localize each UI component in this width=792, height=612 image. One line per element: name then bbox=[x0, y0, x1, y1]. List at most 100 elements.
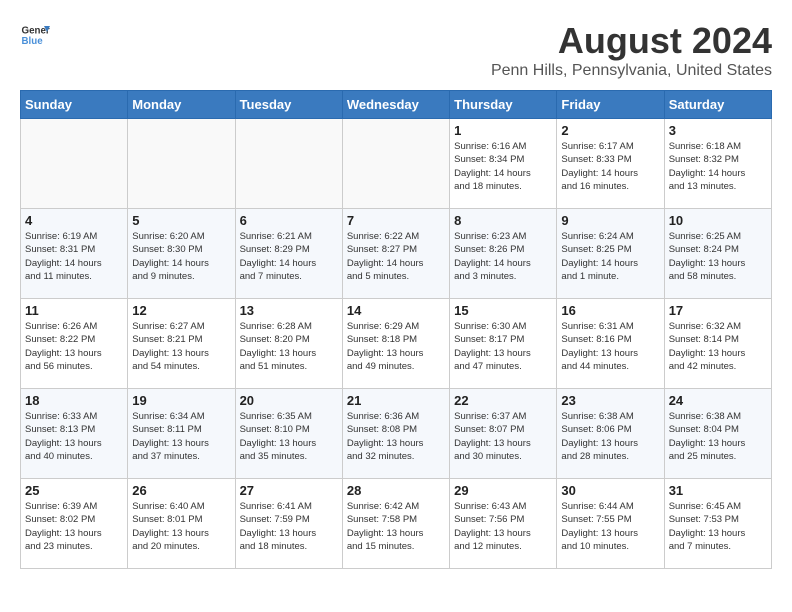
calendar-day-cell: 18 Sunrise: 6:33 AM Sunset: 8:13 PM Dayli… bbox=[21, 389, 128, 479]
day-number: 30 bbox=[561, 483, 659, 498]
day-info: Sunrise: 6:17 AM Sunset: 8:33 PM Dayligh… bbox=[561, 140, 659, 193]
weekday-header: Wednesday bbox=[342, 91, 449, 119]
day-info: Sunrise: 6:42 AM Sunset: 7:58 PM Dayligh… bbox=[347, 500, 445, 553]
day-info: Sunrise: 6:30 AM Sunset: 8:17 PM Dayligh… bbox=[454, 320, 552, 373]
calendar-week-row: 1 Sunrise: 6:16 AM Sunset: 8:34 PM Daylig… bbox=[21, 119, 772, 209]
day-number: 27 bbox=[240, 483, 338, 498]
calendar-table: SundayMondayTuesdayWednesdayThursdayFrid… bbox=[20, 90, 772, 569]
calendar-week-row: 11 Sunrise: 6:26 AM Sunset: 8:22 PM Dayli… bbox=[21, 299, 772, 389]
weekday-header: Sunday bbox=[21, 91, 128, 119]
calendar-day-cell: 10Sunrise: 6:25 AM Sunset: 8:24 PM Dayli… bbox=[664, 209, 771, 299]
calendar-day-cell: 17 Sunrise: 6:32 AM Sunset: 8:14 PM Dayli… bbox=[664, 299, 771, 389]
day-number: 29 bbox=[454, 483, 552, 498]
day-number: 17 bbox=[669, 303, 767, 318]
day-number: 25 bbox=[25, 483, 123, 498]
calendar-day-cell: 2Sunrise: 6:17 AM Sunset: 8:33 PM Daylig… bbox=[557, 119, 664, 209]
day-info: Sunrise: 6:45 AM Sunset: 7:53 PM Dayligh… bbox=[669, 500, 767, 553]
calendar-day-cell: 24 Sunrise: 6:38 AM Sunset: 8:04 PM Dayli… bbox=[664, 389, 771, 479]
calendar-day-cell: 16 Sunrise: 6:31 AM Sunset: 8:16 PM Dayli… bbox=[557, 299, 664, 389]
day-number: 11 bbox=[25, 303, 123, 318]
logo: General Blue bbox=[20, 20, 50, 50]
day-number: 28 bbox=[347, 483, 445, 498]
calendar-day-cell: 27 Sunrise: 6:41 AM Sunset: 7:59 PM Dayli… bbox=[235, 479, 342, 569]
calendar-day-cell: 29Sunrise: 6:43 AM Sunset: 7:56 PM Dayli… bbox=[450, 479, 557, 569]
day-info: Sunrise: 6:38 AM Sunset: 8:04 PM Dayligh… bbox=[669, 410, 767, 463]
day-number: 24 bbox=[669, 393, 767, 408]
day-info: Sunrise: 6:23 AM Sunset: 8:26 PM Dayligh… bbox=[454, 230, 552, 283]
day-info: Sunrise: 6:32 AM Sunset: 8:14 PM Dayligh… bbox=[669, 320, 767, 373]
day-number: 3 bbox=[669, 123, 767, 138]
day-info: Sunrise: 6:37 AM Sunset: 8:07 PM Dayligh… bbox=[454, 410, 552, 463]
day-number: 5 bbox=[132, 213, 230, 228]
calendar-day-cell: 28 Sunrise: 6:42 AM Sunset: 7:58 PM Dayli… bbox=[342, 479, 449, 569]
day-number: 16 bbox=[561, 303, 659, 318]
day-number: 12 bbox=[132, 303, 230, 318]
day-number: 9 bbox=[561, 213, 659, 228]
calendar-day-cell: 5 Sunrise: 6:20 AM Sunset: 8:30 PM Daylig… bbox=[128, 209, 235, 299]
calendar-day-cell: 25 Sunrise: 6:39 AM Sunset: 8:02 PM Dayli… bbox=[21, 479, 128, 569]
logo-icon: General Blue bbox=[20, 20, 50, 50]
calendar-day-cell: 19Sunrise: 6:34 AM Sunset: 8:11 PM Dayli… bbox=[128, 389, 235, 479]
day-number: 6 bbox=[240, 213, 338, 228]
title-section: August 2024 Penn Hills, Pennsylvania, Un… bbox=[491, 20, 772, 80]
svg-text:Blue: Blue bbox=[22, 36, 44, 47]
calendar-day-cell: 23Sunrise: 6:38 AM Sunset: 8:06 PM Dayli… bbox=[557, 389, 664, 479]
day-info: Sunrise: 6:27 AM Sunset: 8:21 PM Dayligh… bbox=[132, 320, 230, 373]
calendar-day-cell bbox=[128, 119, 235, 209]
day-info: Sunrise: 6:31 AM Sunset: 8:16 PM Dayligh… bbox=[561, 320, 659, 373]
calendar-day-cell: 13 Sunrise: 6:28 AM Sunset: 8:20 PM Dayli… bbox=[235, 299, 342, 389]
day-number: 1 bbox=[454, 123, 552, 138]
calendar-day-cell: 1 Sunrise: 6:16 AM Sunset: 8:34 PM Daylig… bbox=[450, 119, 557, 209]
calendar-day-cell: 30 Sunrise: 6:44 AM Sunset: 7:55 PM Dayli… bbox=[557, 479, 664, 569]
calendar-week-row: 25 Sunrise: 6:39 AM Sunset: 8:02 PM Dayli… bbox=[21, 479, 772, 569]
calendar-week-row: 4 Sunrise: 6:19 AM Sunset: 8:31 PM Daylig… bbox=[21, 209, 772, 299]
calendar-title: August 2024 bbox=[491, 20, 772, 62]
day-info: Sunrise: 6:25 AM Sunset: 8:24 PM Dayligh… bbox=[669, 230, 767, 283]
day-number: 20 bbox=[240, 393, 338, 408]
weekday-header: Tuesday bbox=[235, 91, 342, 119]
day-info: Sunrise: 6:41 AM Sunset: 7:59 PM Dayligh… bbox=[240, 500, 338, 553]
day-number: 14 bbox=[347, 303, 445, 318]
calendar-day-cell: 22 Sunrise: 6:37 AM Sunset: 8:07 PM Dayli… bbox=[450, 389, 557, 479]
day-info: Sunrise: 6:18 AM Sunset: 8:32 PM Dayligh… bbox=[669, 140, 767, 193]
day-info: Sunrise: 6:29 AM Sunset: 8:18 PM Dayligh… bbox=[347, 320, 445, 373]
weekday-header: Thursday bbox=[450, 91, 557, 119]
calendar-day-cell: 8 Sunrise: 6:23 AM Sunset: 8:26 PM Daylig… bbox=[450, 209, 557, 299]
calendar-day-cell bbox=[21, 119, 128, 209]
calendar-day-cell: 31 Sunrise: 6:45 AM Sunset: 7:53 PM Dayli… bbox=[664, 479, 771, 569]
calendar-day-cell: 4 Sunrise: 6:19 AM Sunset: 8:31 PM Daylig… bbox=[21, 209, 128, 299]
day-number: 31 bbox=[669, 483, 767, 498]
day-info: Sunrise: 6:33 AM Sunset: 8:13 PM Dayligh… bbox=[25, 410, 123, 463]
day-info: Sunrise: 6:26 AM Sunset: 8:22 PM Dayligh… bbox=[25, 320, 123, 373]
calendar-day-cell: 26Sunrise: 6:40 AM Sunset: 8:01 PM Dayli… bbox=[128, 479, 235, 569]
weekday-header: Monday bbox=[128, 91, 235, 119]
day-number: 4 bbox=[25, 213, 123, 228]
day-info: Sunrise: 6:36 AM Sunset: 8:08 PM Dayligh… bbox=[347, 410, 445, 463]
day-number: 22 bbox=[454, 393, 552, 408]
calendar-day-cell bbox=[235, 119, 342, 209]
day-number: 13 bbox=[240, 303, 338, 318]
calendar-day-cell: 6Sunrise: 6:21 AM Sunset: 8:29 PM Daylig… bbox=[235, 209, 342, 299]
day-number: 8 bbox=[454, 213, 552, 228]
calendar-day-cell: 11 Sunrise: 6:26 AM Sunset: 8:22 PM Dayli… bbox=[21, 299, 128, 389]
day-number: 18 bbox=[25, 393, 123, 408]
day-info: Sunrise: 6:44 AM Sunset: 7:55 PM Dayligh… bbox=[561, 500, 659, 553]
calendar-day-cell: 15 Sunrise: 6:30 AM Sunset: 8:17 PM Dayli… bbox=[450, 299, 557, 389]
day-info: Sunrise: 6:38 AM Sunset: 8:06 PM Dayligh… bbox=[561, 410, 659, 463]
day-number: 15 bbox=[454, 303, 552, 318]
day-info: Sunrise: 6:22 AM Sunset: 8:27 PM Dayligh… bbox=[347, 230, 445, 283]
weekday-header: Friday bbox=[557, 91, 664, 119]
calendar-day-cell bbox=[342, 119, 449, 209]
page-header: General Blue August 2024 Penn Hills, Pen… bbox=[20, 20, 772, 80]
day-number: 7 bbox=[347, 213, 445, 228]
day-info: Sunrise: 6:28 AM Sunset: 8:20 PM Dayligh… bbox=[240, 320, 338, 373]
calendar-day-cell: 12 Sunrise: 6:27 AM Sunset: 8:21 PM Dayli… bbox=[128, 299, 235, 389]
day-info: Sunrise: 6:16 AM Sunset: 8:34 PM Dayligh… bbox=[454, 140, 552, 193]
calendar-day-cell: 3 Sunrise: 6:18 AM Sunset: 8:32 PM Daylig… bbox=[664, 119, 771, 209]
day-info: Sunrise: 6:19 AM Sunset: 8:31 PM Dayligh… bbox=[25, 230, 123, 283]
day-info: Sunrise: 6:39 AM Sunset: 8:02 PM Dayligh… bbox=[25, 500, 123, 553]
day-info: Sunrise: 6:20 AM Sunset: 8:30 PM Dayligh… bbox=[132, 230, 230, 283]
calendar-day-cell: 9Sunrise: 6:24 AM Sunset: 8:25 PM Daylig… bbox=[557, 209, 664, 299]
calendar-day-cell: 7 Sunrise: 6:22 AM Sunset: 8:27 PM Daylig… bbox=[342, 209, 449, 299]
day-info: Sunrise: 6:34 AM Sunset: 8:11 PM Dayligh… bbox=[132, 410, 230, 463]
